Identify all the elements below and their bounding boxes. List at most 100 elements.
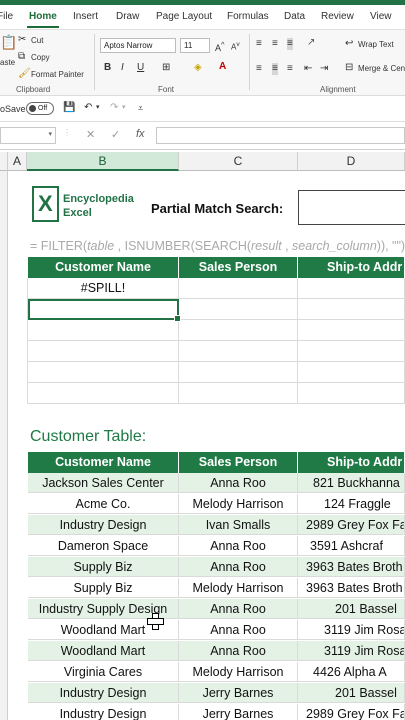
align-left-icon[interactable]: ≡	[256, 63, 262, 75]
formula-input[interactable]	[156, 127, 405, 144]
increase-font-icon[interactable]: A^	[215, 39, 225, 54]
ship-to-cell[interactable]: 201 Bassel	[298, 683, 405, 703]
result-header-shipto[interactable]: Ship-to Addr	[298, 257, 405, 278]
insert-function-icon[interactable]: fx	[136, 128, 145, 140]
ship-to-cell[interactable]: 3119 Jim Rosa	[298, 641, 405, 661]
align-center-icon[interactable]: ≡	[272, 63, 278, 75]
fill-color-icon[interactable]: ◈	[194, 62, 202, 74]
sales-person-cell[interactable]: Anna Roo	[179, 620, 298, 640]
copy-icon[interactable]: ⧉	[18, 51, 25, 63]
enter-icon[interactable]: ✓	[111, 128, 120, 141]
ship-to-cell[interactable]: 3119 Jim Rosa	[298, 620, 405, 640]
sales-person-cell[interactable]: Jerry Barnes	[179, 683, 298, 703]
borders-icon[interactable]: ⊞	[162, 62, 170, 74]
sales-person-cell[interactable]: Ivan Smalls	[179, 515, 298, 535]
format-painter-icon[interactable]: 🖌	[18, 68, 31, 80]
customer-name-cell[interactable]: Industry Design	[28, 704, 179, 720]
ship-to-cell[interactable]: 3963 Bates Broth	[298, 557, 405, 577]
customer-header-shipto[interactable]: Ship-to Addr	[298, 452, 405, 473]
sales-person-cell[interactable]: Anna Roo	[179, 536, 298, 556]
redo-dropdown-icon[interactable]: ▾	[122, 102, 126, 114]
save-icon[interactable]: 💾	[63, 102, 75, 114]
result-cell[interactable]	[179, 320, 298, 341]
customer-name-cell[interactable]: Supply Biz	[28, 557, 179, 577]
merge-center-button[interactable]: Merge & Cen	[358, 64, 405, 73]
paste-icon[interactable]: 📋	[0, 35, 17, 49]
align-right-icon[interactable]: ≡	[287, 63, 293, 75]
customer-name-cell[interactable]: Industry Design	[28, 515, 179, 535]
increase-indent-icon[interactable]: ⇥	[320, 63, 328, 75]
tab-home[interactable]: Home	[27, 11, 59, 28]
undo-dropdown-icon[interactable]: ▾	[96, 102, 100, 114]
ship-to-cell[interactable]: 3963 Bates Broth	[298, 578, 405, 598]
column-header-a[interactable]: A	[8, 152, 27, 171]
name-box-dropdown-icon[interactable]: ▾	[48, 130, 52, 138]
result-cell[interactable]	[298, 341, 405, 362]
customer-name-cell[interactable]: Jackson Sales Center	[28, 473, 179, 493]
align-top-icon[interactable]: ≡	[256, 38, 262, 50]
customer-name-cell[interactable]: Dameron Space	[28, 536, 179, 556]
font-size-select[interactable]: 11	[180, 38, 210, 53]
ship-to-cell[interactable]: 201 Bassel	[298, 599, 405, 619]
tab-review[interactable]: Review	[321, 11, 354, 22]
result-cell[interactable]	[298, 362, 405, 383]
customer-name-cell[interactable]: Supply Biz	[28, 578, 179, 598]
bold-button[interactable]: B	[104, 62, 111, 74]
result-cell[interactable]	[28, 341, 179, 362]
result-cell[interactable]	[298, 320, 405, 341]
tab-formulas[interactable]: Formulas	[227, 11, 269, 22]
italic-button[interactable]: I	[121, 62, 124, 74]
tab-data[interactable]: Data	[284, 11, 305, 22]
copy-button[interactable]: Copy	[31, 53, 50, 62]
undo-icon[interactable]: ↶	[84, 102, 92, 114]
tab-insert[interactable]: Insert	[73, 11, 98, 22]
wrap-text-icon[interactable]: ↩	[345, 38, 353, 50]
result-cell[interactable]	[298, 299, 405, 320]
ship-to-cell[interactable]: 4426 Alpha A	[298, 662, 405, 682]
result-cell[interactable]	[179, 278, 298, 299]
column-header-d[interactable]: D	[298, 152, 405, 171]
sales-person-cell[interactable]: Melody Harrison	[179, 494, 298, 514]
cut-button[interactable]: Cut	[31, 36, 43, 45]
ship-to-cell[interactable]: 2989 Grey Fox Fa	[298, 704, 405, 720]
underline-button[interactable]: U	[137, 62, 144, 74]
decrease-font-icon[interactable]: Av	[231, 39, 240, 54]
result-cell[interactable]	[298, 278, 405, 299]
spill-error-cell[interactable]: #SPILL!	[28, 278, 179, 299]
sales-person-cell[interactable]: Anna Roo	[179, 641, 298, 661]
customer-header-name[interactable]: Customer Name	[28, 452, 179, 473]
autosave-toggle[interactable]: Off	[26, 102, 54, 115]
result-cell[interactable]	[179, 341, 298, 362]
sales-person-cell[interactable]: Anna Roo	[179, 473, 298, 493]
customize-qat-icon[interactable]: ⩡	[138, 102, 143, 114]
sales-person-cell[interactable]: Melody Harrison	[179, 662, 298, 682]
column-header-b[interactable]: B	[27, 152, 179, 171]
row-header-gutter[interactable]	[0, 171, 8, 720]
name-box[interactable]: ▾	[0, 127, 56, 144]
result-cell[interactable]	[28, 383, 179, 404]
font-color-icon[interactable]: A	[219, 61, 226, 73]
format-painter-button[interactable]: Format Painter	[31, 70, 84, 79]
sales-person-cell[interactable]: Jerry Barnes	[179, 704, 298, 720]
active-cell-selection[interactable]	[28, 299, 181, 322]
merge-icon[interactable]: ⊟	[345, 62, 353, 74]
customer-header-salesperson[interactable]: Sales Person	[179, 452, 298, 473]
result-cell[interactable]	[28, 362, 179, 383]
result-cell[interactable]	[179, 362, 298, 383]
result-cell[interactable]	[28, 320, 179, 341]
ship-to-cell[interactable]: 124 Fraggle	[298, 494, 405, 514]
select-all-corner[interactable]	[0, 152, 8, 171]
customer-name-cell[interactable]: Virginia Cares	[28, 662, 179, 682]
ship-to-cell[interactable]: 2989 Grey Fox Fa	[298, 515, 405, 535]
scissors-icon[interactable]: ✂	[18, 34, 26, 46]
redo-icon[interactable]: ↷	[110, 102, 118, 114]
align-bottom-icon[interactable]: ≡	[287, 38, 293, 50]
font-name-select[interactable]: Aptos Narrow	[100, 38, 176, 53]
ship-to-cell[interactable]: 3591 Ashcraf	[298, 536, 405, 556]
tab-file[interactable]: File	[0, 11, 13, 22]
wrap-text-button[interactable]: Wrap Text	[358, 40, 394, 49]
sales-person-cell[interactable]: Melody Harrison	[179, 578, 298, 598]
align-middle-icon[interactable]: ≡	[272, 38, 278, 50]
column-header-c[interactable]: C	[179, 152, 298, 171]
sales-person-cell[interactable]: Anna Roo	[179, 599, 298, 619]
